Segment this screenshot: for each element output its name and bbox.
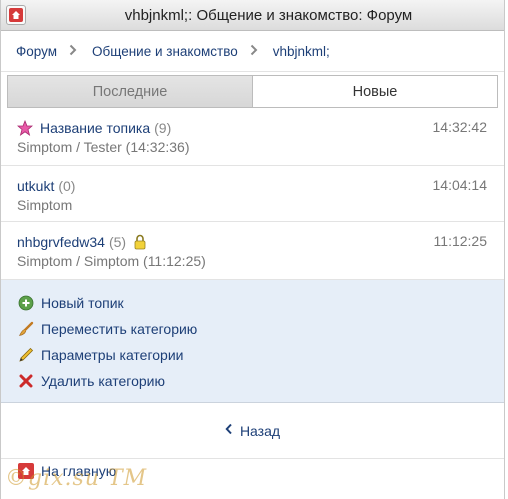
plus-icon [18,295,34,311]
topic-row[interactable]: nhbgrvfedw34 (5) Simptom / Simptom (11:1… [1,222,504,280]
pencil-icon [18,347,34,363]
topic-row[interactable]: Название топика (9) Simptom / Tester (14… [1,108,504,166]
breadcrumb-item-forum[interactable]: Форум [16,44,57,59]
chevron-right-icon [67,44,79,59]
breadcrumb-item-current[interactable]: vhbjnkml; [273,44,330,59]
page-title: vhbjnkml;: Общение и знакомство: Форум [124,7,413,24]
tab-bar: Последние Новые [7,75,498,108]
back-button[interactable]: Назад [1,403,504,459]
delete-category-action[interactable]: Удалить категорию [18,368,504,394]
topic-row[interactable]: utkukt (0) Simptom 14:04:14 [1,166,504,222]
topic-time: 14:32:42 [432,119,488,135]
topic-time: 11:12:25 [433,233,487,249]
topic-title[interactable]: nhbgrvfedw34 [17,234,105,250]
topic-count: (9) [154,120,172,136]
topic-author: Simptom [17,197,73,213]
delete-icon [18,373,34,389]
topic-list: Название топика (9) Simptom / Tester (14… [1,108,504,280]
category-settings-label: Параметры категории [41,347,184,363]
home-icon [9,8,23,22]
breadcrumb: Форум Общение и знакомство vhbjnkml; [1,31,504,72]
topic-count: (5) [108,234,127,250]
brush-icon [18,321,34,337]
topic-title[interactable]: Название топика [40,120,150,136]
category-actions: Новый топик Переместить категорию Параме… [1,280,504,403]
topic-count: (0) [58,178,76,194]
home-button[interactable] [6,5,26,25]
new-topic-action[interactable]: Новый топик [18,290,504,316]
topic-author: Simptom / Tester (14:32:36) [17,139,190,155]
back-label: Назад [239,422,281,439]
star-icon [17,120,33,136]
topic-time: 14:04:14 [432,177,488,193]
topic-author: Simptom / Simptom (11:12:25) [17,253,206,269]
lock-icon [133,234,147,250]
topic-title[interactable]: utkukt [17,178,54,194]
tab-new[interactable]: Новые [253,76,497,107]
home-link-label: На главную [41,463,117,479]
new-topic-label: Новый топик [41,295,124,311]
delete-category-label: Удалить категорию [41,373,165,389]
move-category-label: Переместить категорию [41,321,198,337]
home-link[interactable]: На главную [18,463,116,479]
chevron-left-icon [225,423,233,438]
chevron-right-icon [248,44,260,59]
move-category-action[interactable]: Переместить категорию [18,316,504,342]
category-settings-action[interactable]: Параметры категории [18,342,504,368]
home-icon [18,463,34,479]
tab-latest[interactable]: Последние [8,76,253,107]
app-frame: vhbjnkml;: Общение и знакомство: Форум Ф… [0,0,505,499]
title-bar: vhbjnkml;: Общение и знакомство: Форум [1,0,504,31]
breadcrumb-item-category[interactable]: Общение и знакомство [92,44,238,59]
